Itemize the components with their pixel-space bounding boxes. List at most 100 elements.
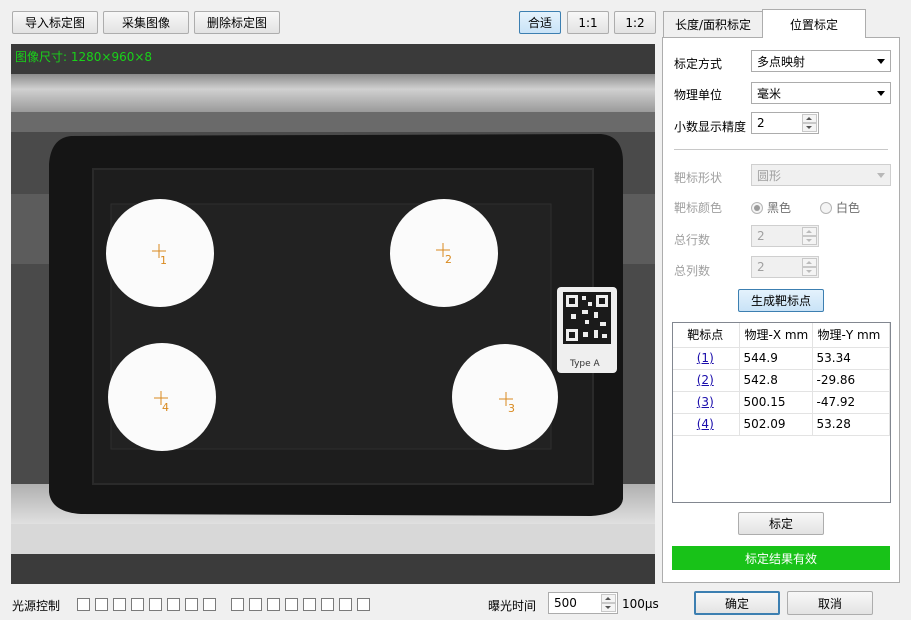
method-value: 多点映射 (757, 54, 806, 69)
separator (674, 149, 888, 150)
point-link-1[interactable]: (1) (697, 351, 714, 365)
generate-target-points-button[interactable]: 生成靶标点 (738, 289, 824, 312)
unit-value: 毫米 (757, 86, 782, 101)
column-header-x[interactable]: 物理-X mm (739, 323, 813, 348)
color-black-label: 黑色 (767, 201, 792, 215)
point-link-2[interactable]: (2) (697, 373, 714, 387)
marker-4-label: 4 (162, 401, 169, 414)
method-label: 标定方式 (674, 57, 723, 71)
rows-value: 2 (757, 229, 765, 243)
zoom-1-1-button[interactable]: 1:1 (567, 11, 609, 34)
chevron-down-icon (877, 173, 885, 178)
table-row[interactable]: (1) 544.9 53.34 (673, 347, 890, 370)
spin-down-icon[interactable] (802, 123, 817, 132)
light-source-checkbox[interactable] (167, 598, 180, 611)
cell-y[interactable]: -29.86 (812, 369, 890, 392)
light-source-checkbox[interactable] (113, 598, 126, 611)
unit-label: 物理单位 (674, 88, 723, 102)
radio-icon (820, 201, 832, 214)
precision-label: 小数显示精度 (674, 120, 747, 134)
zoom-1-2-button[interactable]: 1:2 (614, 11, 656, 34)
light-source-checkbox[interactable] (303, 598, 316, 611)
chevron-down-icon (877, 91, 885, 96)
exposure-value: 500 (554, 596, 577, 610)
spin-down-icon[interactable] (601, 603, 616, 612)
calibration-image: Type A 1 2 3 4 (11, 44, 655, 584)
light-control-label: 光源控制 (12, 599, 61, 613)
exposure-unit: 100μs (622, 597, 659, 611)
cell-x[interactable]: 500.15 (739, 391, 813, 414)
cell-y[interactable]: 53.34 (812, 347, 890, 370)
cols-value: 2 (757, 260, 765, 274)
marker-2-label: 2 (445, 253, 452, 266)
ok-button[interactable]: 确定 (694, 591, 780, 615)
light-source-checkbox[interactable] (149, 598, 162, 611)
rows-stepper[interactable]: 2 (751, 225, 819, 247)
tab-position-calibration[interactable]: 位置标定 (762, 9, 866, 38)
calibrate-button[interactable]: 标定 (738, 512, 824, 535)
exposure-label: 曝光时间 (488, 599, 537, 613)
precision-stepper[interactable]: 2 (751, 112, 819, 134)
calibration-status-bar: 标定结果有效 (672, 546, 890, 570)
light-source-checkbox[interactable] (95, 598, 108, 611)
light-source-checkbox[interactable] (77, 598, 90, 611)
light-source-checkbox[interactable] (231, 598, 244, 611)
tab-length-area-calibration[interactable]: 长度/面积标定 (663, 11, 763, 37)
cell-y[interactable]: 53.28 (812, 413, 890, 436)
qr-label-caption: Type A (569, 359, 601, 369)
radio-selected-icon (751, 201, 763, 214)
fit-zoom-button[interactable]: 合适 (519, 11, 561, 34)
point-link-4[interactable]: (4) (697, 417, 714, 431)
spin-down-icon[interactable] (802, 267, 817, 276)
capture-image-button[interactable]: 采集图像 (103, 11, 189, 34)
image-viewer[interactable]: 图像尺寸: 1280×960×8 Type A 1 2 3 4 (11, 44, 655, 584)
cell-x[interactable]: 542.8 (739, 369, 813, 392)
delete-calibration-image-button[interactable]: 删除标定图 (194, 11, 280, 34)
shape-value: 圆形 (757, 168, 782, 183)
color-white-radio[interactable]: 白色 (820, 199, 860, 216)
import-calibration-image-button[interactable]: 导入标定图 (12, 11, 98, 34)
unit-select[interactable]: 毫米 (751, 82, 891, 104)
image-size-label: 图像尺寸: 1280×960×8 (15, 50, 153, 64)
target-points-table: 靶标点 物理-X mm 物理-Y mm (1) 544.9 53.34 (2) … (672, 322, 891, 503)
shape-label: 靶标形状 (674, 171, 723, 185)
light-source-checkbox[interactable] (249, 598, 262, 611)
precision-value: 2 (757, 116, 765, 130)
rows-label: 总行数 (674, 233, 711, 247)
cols-stepper[interactable]: 2 (751, 256, 819, 278)
light-source-checkbox[interactable] (357, 598, 370, 611)
light-source-checkbox[interactable] (203, 598, 216, 611)
cell-y[interactable]: -47.92 (812, 391, 890, 414)
chevron-down-icon (877, 59, 885, 64)
table-row[interactable]: (4) 502.09 53.28 (673, 413, 890, 436)
light-source-checkbox[interactable] (131, 598, 144, 611)
shape-select[interactable]: 圆形 (751, 164, 891, 186)
spin-up-icon[interactable] (802, 227, 817, 236)
table-row[interactable]: (3) 500.15 -47.92 (673, 391, 890, 414)
spin-up-icon[interactable] (802, 114, 817, 123)
cell-x[interactable]: 502.09 (739, 413, 813, 436)
cancel-button[interactable]: 取消 (787, 591, 873, 615)
light-source-checkbox[interactable] (321, 598, 334, 611)
color-label: 靶标颜色 (674, 201, 723, 215)
spin-up-icon[interactable] (802, 258, 817, 267)
method-select[interactable]: 多点映射 (751, 50, 891, 72)
column-header-y[interactable]: 物理-Y mm (812, 323, 890, 348)
light-source-checkbox[interactable] (285, 598, 298, 611)
table-header-row: 靶标点 物理-X mm 物理-Y mm (673, 323, 890, 348)
color-black-radio[interactable]: 黑色 (751, 199, 791, 216)
point-link-3[interactable]: (3) (697, 395, 714, 409)
light-source-checkbox[interactable] (267, 598, 280, 611)
light-source-checkbox[interactable] (339, 598, 352, 611)
marker-1-label: 1 (160, 254, 167, 267)
color-white-label: 白色 (836, 201, 861, 215)
exposure-stepper[interactable]: 500 (548, 592, 618, 614)
cols-label: 总列数 (674, 264, 711, 278)
spin-down-icon[interactable] (802, 236, 817, 245)
cell-x[interactable]: 544.9 (739, 347, 813, 370)
spin-up-icon[interactable] (601, 594, 616, 603)
column-header-point[interactable]: 靶标点 (673, 323, 740, 348)
table-row[interactable]: (2) 542.8 -29.86 (673, 369, 890, 392)
light-source-checkbox[interactable] (185, 598, 198, 611)
marker-3-label: 3 (508, 402, 515, 415)
